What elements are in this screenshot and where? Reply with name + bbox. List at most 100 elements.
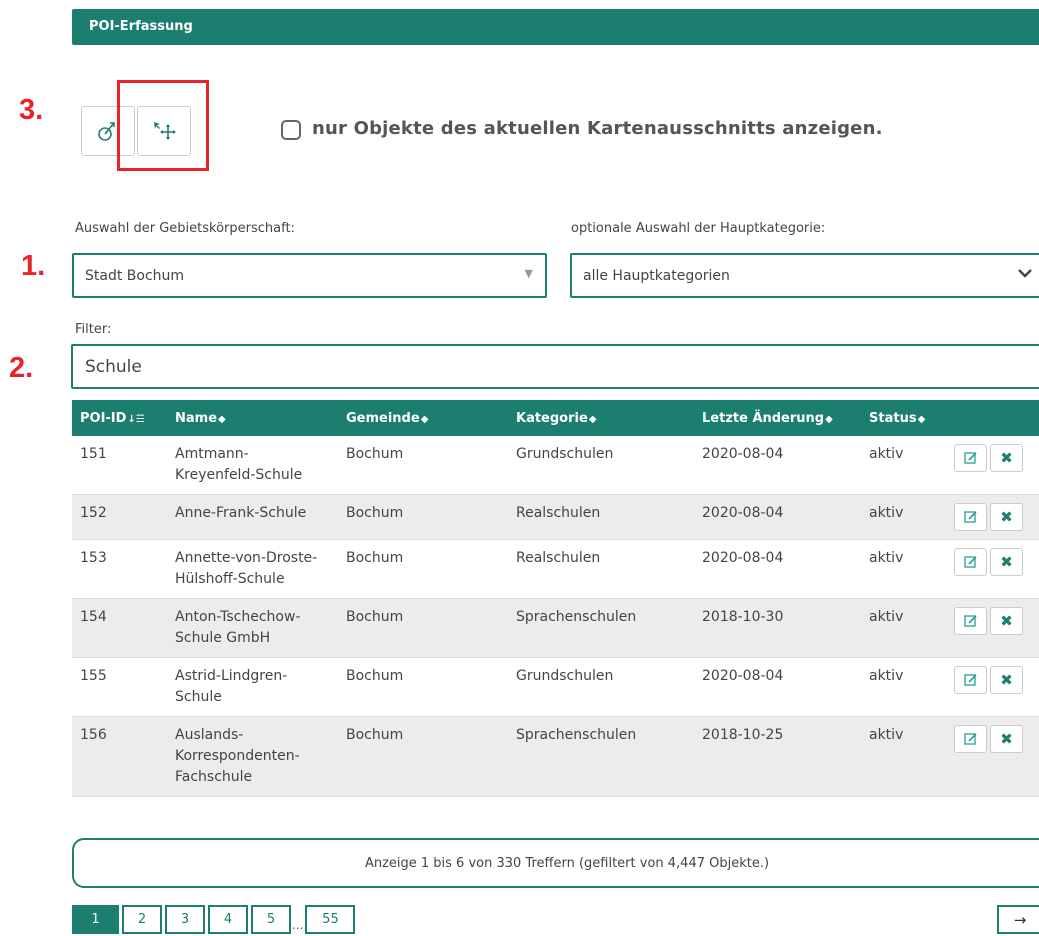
table-header-row: POI-ID↓☰ Name◆ Gemeinde◆ Kategorie◆ Letz… <box>72 400 1039 436</box>
edit-icon <box>963 733 977 745</box>
column-header-status[interactable]: Status◆ <box>861 400 946 436</box>
edit-icon <box>963 511 977 523</box>
page-button-3[interactable]: 3 <box>165 905 205 934</box>
delete-button[interactable]: ✖ <box>990 444 1023 472</box>
edit-button[interactable] <box>954 725 987 753</box>
edit-button[interactable] <box>954 503 987 531</box>
close-icon: ✖ <box>1000 670 1013 689</box>
step-1-marker: 1. <box>21 250 46 282</box>
cell-actions: ✖ <box>946 716 1039 797</box>
close-icon: ✖ <box>1000 611 1013 630</box>
cell-letzte-aenderung: 2020-08-04 <box>694 436 861 495</box>
poi-table: POI-ID↓☰ Name◆ Gemeinde◆ Kategorie◆ Letz… <box>72 400 1039 797</box>
cell-poi-id: 151 <box>72 436 167 495</box>
page-header: POI-Erfassung <box>72 9 1039 45</box>
result-info-box: Anzeige 1 bis 6 von 330 Treffern (gefilt… <box>72 838 1039 888</box>
cell-actions: ✖ <box>946 494 1039 540</box>
edit-button[interactable] <box>954 548 987 576</box>
cell-name: Astrid-Lindgren-Schule <box>167 657 338 717</box>
filter-input[interactable]: Schule <box>71 344 1039 389</box>
sort-icon: ◆ <box>917 413 926 425</box>
table-row: 151 Amtmann-Kreyenfeld-Schule Bochum Grunds… <box>72 436 1039 495</box>
table-row: 156 Auslands-Korrespondenten-Fachschule Bo… <box>72 716 1039 797</box>
page-button-1[interactable]: 1 <box>72 905 119 934</box>
cell-poi-id: 156 <box>72 716 167 797</box>
map-extent-checkbox[interactable] <box>281 120 301 140</box>
cell-letzte-aenderung: 2020-08-04 <box>694 494 861 540</box>
category-select[interactable]: alle Hauptkategorien <box>570 253 1039 298</box>
close-icon: ✖ <box>1000 729 1013 748</box>
delete-button[interactable]: ✖ <box>990 503 1023 531</box>
category-select-value: alle Hauptkategorien <box>583 267 730 284</box>
close-icon: ✖ <box>1000 552 1013 571</box>
cell-letzte-aenderung: 2018-10-30 <box>694 598 861 658</box>
region-select[interactable]: Stadt Bochum ▼ <box>72 253 547 298</box>
cell-status: aktiv <box>861 598 946 658</box>
cell-actions: ✖ <box>946 436 1039 495</box>
cell-actions: ✖ <box>946 657 1039 717</box>
edit-button[interactable] <box>954 607 987 635</box>
pagination: 1 2 3 4 5 ... 55 <box>72 905 356 934</box>
cell-gemeinde: Bochum <box>338 539 508 599</box>
chevron-down-icon <box>1017 265 1033 285</box>
close-icon: ✖ <box>1000 448 1013 467</box>
table-row: 153 Annette-von-Droste-Hülshoff-Schule Boc… <box>72 539 1039 599</box>
cell-name: Annette-von-Droste-Hülshoff-Schule <box>167 539 338 599</box>
next-page-button[interactable]: → <box>997 905 1039 934</box>
edit-icon <box>963 615 977 627</box>
page-button-last[interactable]: 55 <box>305 905 356 934</box>
sort-icon: ◆ <box>420 413 429 425</box>
edit-button[interactable] <box>954 666 987 694</box>
cell-letzte-aenderung: 2018-10-25 <box>694 716 861 797</box>
delete-button[interactable]: ✖ <box>990 548 1023 576</box>
cell-actions: ✖ <box>946 539 1039 599</box>
cell-status: aktiv <box>861 539 946 599</box>
filter-label: Filter: <box>75 322 112 337</box>
sort-icon: ◆ <box>825 413 833 425</box>
cell-kategorie: Realschulen <box>508 494 694 540</box>
page-button-2[interactable]: 2 <box>122 905 162 934</box>
edit-icon <box>963 674 977 686</box>
delete-button[interactable]: ✖ <box>990 666 1023 694</box>
highlight-annotation-box <box>117 80 209 171</box>
delete-button[interactable]: ✖ <box>990 607 1023 635</box>
cell-letzte-aenderung: 2020-08-04 <box>694 657 861 717</box>
dropdown-triangle-icon: ▼ <box>524 267 533 280</box>
cell-status: aktiv <box>861 494 946 540</box>
table-row: 154 Anton-Tschechow-Schule GmbH Bochum Spra… <box>72 598 1039 658</box>
column-header-gemeinde[interactable]: Gemeinde◆ <box>338 400 508 436</box>
cell-status: aktiv <box>861 657 946 717</box>
cell-poi-id: 155 <box>72 657 167 717</box>
cell-poi-id: 152 <box>72 494 167 540</box>
cell-kategorie: Grundschulen <box>508 657 694 717</box>
map-extent-checkbox-label[interactable]: nur Objekte des aktuellen Kartenausschni… <box>312 118 883 139</box>
column-header-poi-id[interactable]: POI-ID↓☰ <box>72 400 167 436</box>
delete-button[interactable]: ✖ <box>990 725 1023 753</box>
cell-kategorie: Grundschulen <box>508 436 694 495</box>
filter-input-value: Schule <box>85 356 142 377</box>
column-header-kategorie[interactable]: Kategorie◆ <box>508 400 694 436</box>
page-button-5[interactable]: 5 <box>251 905 291 934</box>
table-row: 155 Astrid-Lindgren-Schule Bochum Grundschu… <box>72 657 1039 717</box>
page-button-4[interactable]: 4 <box>208 905 248 934</box>
sort-icon: ◆ <box>218 413 226 425</box>
edit-button[interactable] <box>954 444 987 472</box>
cell-gemeinde: Bochum <box>338 494 508 540</box>
column-header-actions <box>946 400 1039 436</box>
cell-name: Auslands-Korrespondenten-Fachschule <box>167 716 338 797</box>
cell-actions: ✖ <box>946 598 1039 658</box>
column-header-letzte-aenderung[interactable]: Letzte Änderung◆ <box>694 400 861 436</box>
edit-icon <box>963 556 977 568</box>
edit-icon <box>963 452 977 464</box>
cell-kategorie: Sprachenschulen <box>508 716 694 797</box>
cell-kategorie: Realschulen <box>508 539 694 599</box>
cell-letzte-aenderung: 2020-08-04 <box>694 539 861 599</box>
cell-name: Amtmann-Kreyenfeld-Schule <box>167 436 338 495</box>
cell-poi-id: 154 <box>72 598 167 658</box>
category-label: optionale Auswahl der Hauptkategorie: <box>571 221 826 236</box>
sort-icon: ◆ <box>588 413 597 425</box>
column-header-name[interactable]: Name◆ <box>167 400 338 436</box>
region-select-value: Stadt Bochum <box>85 267 185 284</box>
cell-name: Anne-Frank-Schule <box>167 494 338 540</box>
cell-gemeinde: Bochum <box>338 436 508 495</box>
